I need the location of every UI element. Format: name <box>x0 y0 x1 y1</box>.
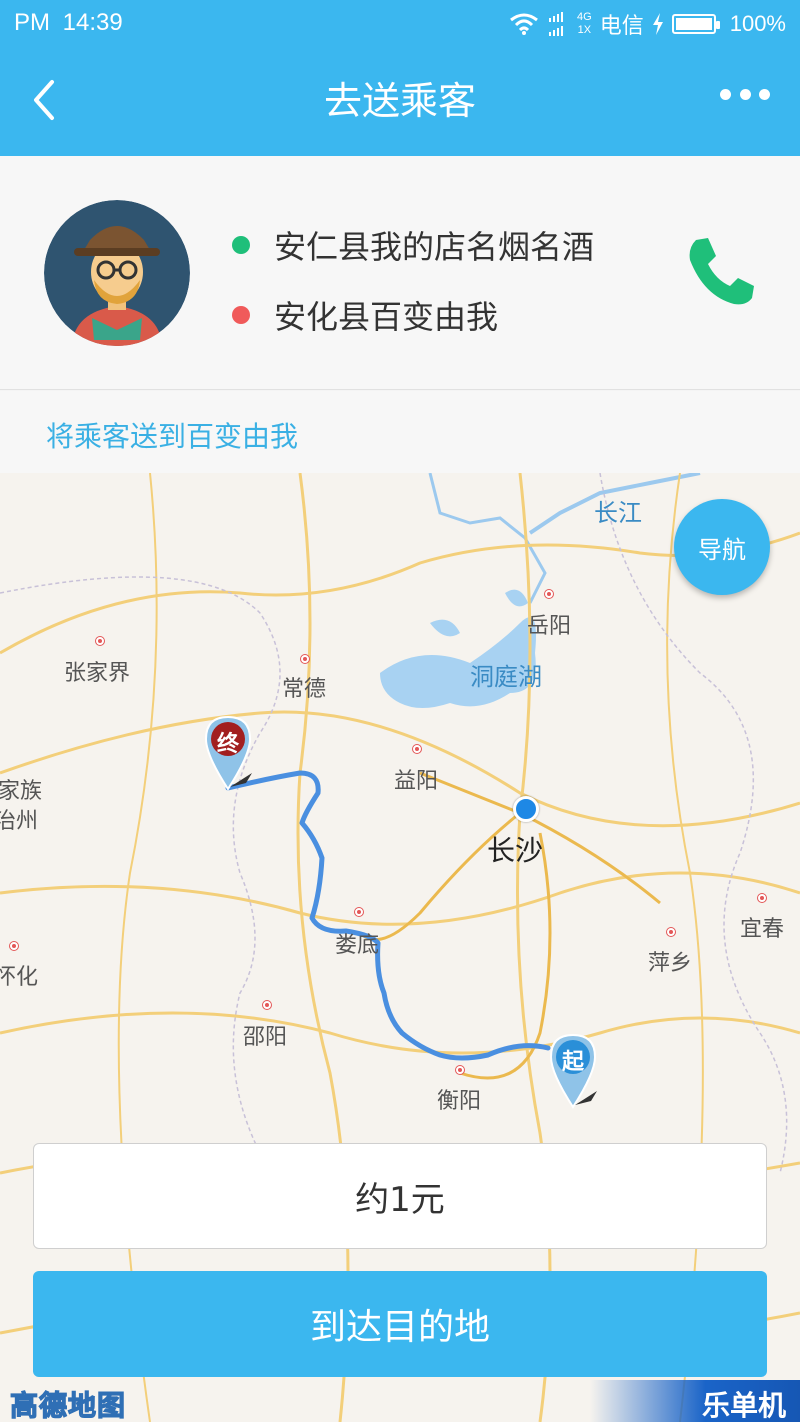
destination-pin-label: 终 <box>216 732 239 757</box>
dropoff-dot <box>232 306 250 324</box>
city-dot <box>263 1001 271 1009</box>
passenger-avatar <box>44 200 190 346</box>
city-label: 娄底 <box>335 933 380 958</box>
city-dot <box>667 928 675 936</box>
more-horizontal-icon <box>720 88 731 100</box>
status-icons: 4G 1X 电信 100% <box>509 8 786 40</box>
city-dot <box>413 745 421 753</box>
city-label: 衡阳 <box>437 1089 482 1114</box>
pickup-dot <box>232 236 250 254</box>
signal-icon <box>549 12 564 36</box>
navigate-button[interactable]: 导航 <box>674 499 770 595</box>
lake-label: 洞庭湖 <box>470 663 542 691</box>
city-label: 益阳 <box>394 769 439 794</box>
river-label: 长江 <box>594 499 642 527</box>
destination-pin[interactable]: 终 <box>204 715 260 805</box>
fare-display: 约1元 <box>33 1143 767 1249</box>
city-label: 张家界 <box>64 661 131 686</box>
city-label: 长沙 <box>487 834 544 867</box>
passenger-card: 安仁县我的店名烟名酒 安化县百变由我 <box>0 156 800 390</box>
dropoff-location: 安化县百变由我 <box>232 292 498 338</box>
amap-logo: 高德地图 <box>9 1388 127 1422</box>
origin-pin[interactable]: 起 <box>549 1033 605 1123</box>
city-label: 宜春 <box>740 917 785 942</box>
city-dot <box>10 942 18 950</box>
page-title: 去送乘客 <box>323 79 476 123</box>
network-type: 4G 1X <box>577 11 592 36</box>
status-bar: PM 14:39 4G 1X 电信 100% <box>0 0 800 48</box>
city-dot <box>456 1066 464 1074</box>
city-dot <box>545 590 553 598</box>
more-button[interactable] <box>720 84 770 104</box>
city-dot <box>96 637 104 645</box>
status-time: PM 14:39 <box>14 9 123 36</box>
current-location-marker <box>513 796 539 822</box>
origin-pin-label: 起 <box>561 1050 584 1075</box>
call-passenger-button[interactable] <box>684 234 758 308</box>
city-label: 萍乡 <box>648 951 693 976</box>
dropoff-address: 安化县百变由我 <box>274 298 499 336</box>
city-dot <box>758 894 766 902</box>
arrive-destination-button[interactable]: 到达目的地 <box>33 1271 767 1377</box>
city-label: 常德 <box>282 677 327 702</box>
city-dot <box>301 655 309 663</box>
city-label: 家族 <box>0 779 43 804</box>
pickup-address: 安仁县我的店名烟名酒 <box>274 228 595 266</box>
drop-off-hint: 将乘客送到百变由我 <box>46 420 299 453</box>
battery-icon <box>671 14 720 34</box>
carrier-name: 电信 <box>599 13 644 38</box>
wifi-icon <box>510 13 538 35</box>
pickup-location: 安仁县我的店名烟名酒 <box>232 222 594 268</box>
battery-level: 100% <box>729 11 786 36</box>
city-label: 邵阳 <box>243 1025 288 1050</box>
city-label: 岳阳 <box>527 614 572 639</box>
city-label: 治州 <box>0 809 39 834</box>
hint-bar: 将乘客送到百变由我 <box>0 391 800 473</box>
city-dot <box>355 908 363 916</box>
phone-icon <box>689 238 754 305</box>
watermark: 乐单机 <box>590 1380 800 1422</box>
city-label: 怀化 <box>0 965 39 990</box>
title-bar: 去送乘客 <box>0 48 800 156</box>
charging-icon <box>652 13 663 35</box>
watermark-text: 乐单机 <box>701 1389 786 1422</box>
